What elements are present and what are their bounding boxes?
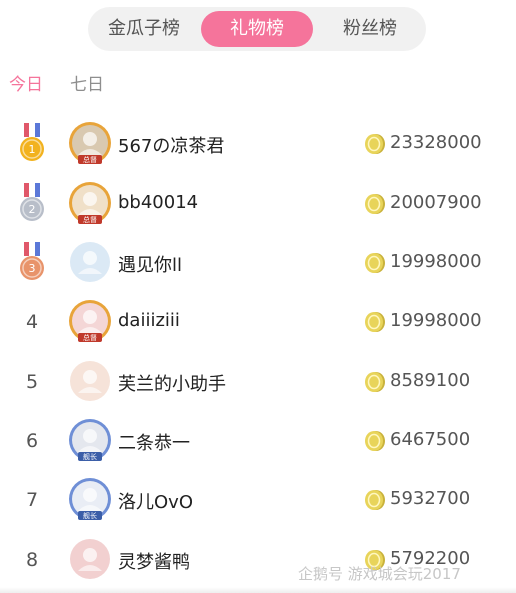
- gold-coin-icon: [365, 372, 385, 392]
- medal-icon: 2: [20, 183, 44, 221]
- period-seven-days[interactable]: 七日: [70, 70, 104, 95]
- bottom-edge: [0, 587, 516, 593]
- avatar[interactable]: 总督: [68, 299, 112, 343]
- tab-gold-seeds[interactable]: 金瓜子榜: [88, 11, 200, 47]
- avatar[interactable]: 总督: [68, 181, 112, 225]
- ranking-row[interactable]: 5 芙兰的小助手 8589100: [0, 351, 516, 411]
- gift-amount: 23328000: [390, 132, 482, 153]
- avatar[interactable]: [68, 240, 112, 284]
- svg-text:3: 3: [29, 262, 36, 275]
- avatar[interactable]: 总督: [68, 121, 112, 165]
- ranking-row[interactable]: 3 遇见你ll 19998000: [0, 232, 516, 292]
- ranking-row[interactable]: 2 总督 bb40014 20007900: [0, 173, 516, 233]
- user-name[interactable]: 二条恭一: [118, 429, 190, 455]
- tab-gift[interactable]: 礼物榜: [201, 11, 313, 47]
- medal-icon: 3: [20, 242, 44, 280]
- rank-number: 4: [25, 311, 39, 333]
- rank-number: 5: [25, 371, 39, 393]
- user-name[interactable]: 567の凉茶君: [118, 132, 224, 158]
- rank-number: 8: [25, 549, 39, 571]
- user-name[interactable]: 芙兰的小助手: [118, 370, 226, 396]
- gold-coin-icon: [365, 312, 385, 332]
- user-name[interactable]: 遇见你ll: [118, 251, 182, 277]
- gold-coin-icon: [365, 194, 385, 214]
- svg-text:1: 1: [29, 143, 36, 156]
- gift-amount: 19998000: [390, 251, 482, 272]
- avatar[interactable]: 舰长: [68, 418, 112, 462]
- ranking-row[interactable]: 1 总督 567の凉茶君 23328000: [0, 113, 516, 173]
- ranking-row[interactable]: 6 舰长 二条恭一 6467500: [0, 410, 516, 470]
- gift-amount: 8589100: [390, 370, 471, 391]
- avatar[interactable]: [68, 537, 112, 581]
- guard-badge: 舰长: [83, 511, 97, 520]
- user-name[interactable]: 洛儿OvO: [118, 488, 193, 514]
- gift-amount: 5932700: [390, 488, 471, 509]
- watermark: 企鹅号 游戏城会玩2017: [298, 565, 461, 583]
- medal-icon: 1: [20, 123, 44, 161]
- gold-coin-icon: [365, 253, 385, 273]
- rank-number: 6: [25, 430, 39, 452]
- gift-amount: 20007900: [390, 192, 482, 213]
- rank-number: 7: [25, 489, 39, 511]
- guard-badge: 总督: [83, 155, 97, 164]
- gift-amount: 6467500: [390, 429, 471, 450]
- gold-coin-icon: [365, 431, 385, 451]
- avatar[interactable]: [68, 359, 112, 403]
- guard-badge: 总督: [83, 215, 97, 224]
- tab-fans[interactable]: 粉丝榜: [314, 11, 426, 47]
- svg-text:2: 2: [29, 203, 36, 216]
- user-name[interactable]: bb40014: [118, 192, 198, 213]
- user-name[interactable]: 灵梦酱鸭: [118, 548, 190, 574]
- gold-coin-icon: [365, 490, 385, 510]
- guard-badge: 舰长: [83, 452, 97, 461]
- avatar[interactable]: 舰长: [68, 477, 112, 521]
- gift-amount: 19998000: [390, 310, 482, 331]
- gold-coin-icon: [365, 134, 385, 154]
- ranking-row[interactable]: 7 舰长 洛儿OvO 5932700: [0, 469, 516, 529]
- user-name[interactable]: daiiiziii: [118, 310, 180, 331]
- leaderboard-tabs: 金瓜子榜 礼物榜 粉丝榜: [88, 7, 426, 51]
- ranking-row[interactable]: 4 总督 daiiiziii 19998000: [0, 291, 516, 351]
- period-today[interactable]: 今日: [9, 70, 43, 95]
- guard-badge: 总督: [83, 333, 97, 342]
